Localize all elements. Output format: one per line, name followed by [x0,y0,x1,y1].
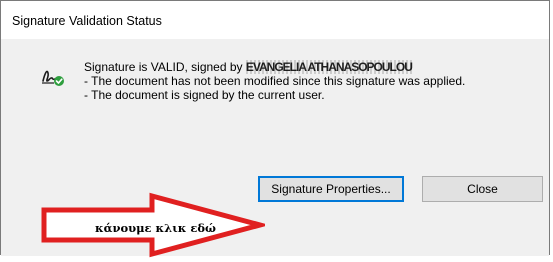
validation-message: Signature is VALID, signed by EVANGELIA … [84,60,465,102]
signer-name: EVANGELIA ATHANASOPOULOU [245,60,413,74]
dialog-title: Signature Validation Status [12,14,162,28]
close-button[interactable]: Close [422,176,543,202]
unmodified-line: - The document has not been modified sin… [84,74,466,88]
validity-text: Signature is VALID, signed by [84,60,246,74]
validity-line: Signature is VALID, signed by EVANGELIA … [84,60,465,74]
title-bar: Signature Validation Status [1,1,549,39]
annotation-label: κάνουμε κλικ εδώ [95,221,216,235]
signature-valid-icon [42,70,64,86]
signature-properties-button[interactable]: Signature Properties... [258,176,404,202]
current-user-line: - The document is signed by the current … [84,88,325,102]
